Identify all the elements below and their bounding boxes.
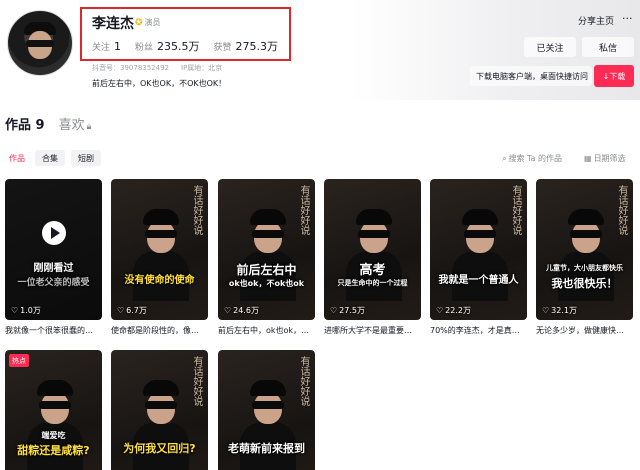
video-caption: 儿童节，大小朋友都快乐 xyxy=(546,264,623,272)
video-caption: 前后左右中 xyxy=(236,263,297,277)
tab-works[interactable]: 作品 9 xyxy=(5,114,45,133)
following-label: 关注 xyxy=(92,43,111,53)
fans-stat[interactable]: 粉丝 235.5万 xyxy=(135,38,200,54)
video-title: 我就像一个很笨很蠢的… xyxy=(5,326,93,335)
share-button[interactable]: 分享主页 xyxy=(578,14,614,27)
like-count: ♡ 22.2万 xyxy=(436,306,471,315)
video-card[interactable]: 有话好好说 儿童节，大小朋友都快乐 我也很快乐！ ♡ 32.1万 无论多少岁，做健… xyxy=(536,179,633,336)
likes-stat: 获赞 275.3万 xyxy=(214,38,279,54)
avatar[interactable] xyxy=(7,10,73,76)
like-count: ♡ 27.5万 xyxy=(330,306,365,315)
video-card[interactable]: 有话好好说 没有使命的使命 ♡ 6.7万 使命都是阶段性的，像… xyxy=(111,179,208,336)
lock-icon: 🔒︎ xyxy=(86,122,92,132)
watermark: 有话好好说 xyxy=(510,185,521,235)
video-card[interactable]: 热点 端爱吃 甜粽还是咸粽? xyxy=(5,350,102,470)
video-caption: 高考 xyxy=(359,263,386,278)
profile-bio: 前后左右中，OK也OK，不OK也OK！ xyxy=(92,79,227,88)
like-count: ♡ 1.0万 xyxy=(11,306,41,315)
profile-name: 李连杰 xyxy=(92,16,134,32)
subtab-collections[interactable]: 合集 xyxy=(35,150,65,166)
watermark: 有话好好说 xyxy=(298,356,309,406)
play-icon[interactable] xyxy=(42,221,66,245)
ip-location: IP属地：北京 xyxy=(181,64,223,72)
following-stat[interactable]: 关注 1 xyxy=(92,40,121,53)
video-caption-sub: 一位老父亲的感受 xyxy=(17,278,90,288)
video-caption: 没有使命的使命 xyxy=(124,275,195,286)
account-id: 抖音号：39078352492 xyxy=(92,64,169,72)
date-filter-label: 日期筛选 xyxy=(593,154,626,163)
more-icon[interactable]: ··· xyxy=(622,12,633,25)
video-card[interactable]: 有话好好说 前后左右中 ok也ok，不ok也ok ♡ 24.6万 前后左右中，ok… xyxy=(218,179,315,336)
heart-icon: ♡ xyxy=(542,306,550,315)
verify-label: 演员 xyxy=(144,18,161,27)
video-title: 70%的李连杰，才是真… xyxy=(430,326,520,335)
message-button[interactable]: 私信 xyxy=(582,37,634,57)
tab-likes-label: 喜欢 xyxy=(58,118,85,133)
heart-icon: ♡ xyxy=(117,306,125,315)
video-title: 进哪所大学不是最重要… xyxy=(324,326,412,335)
profile-tabs: 作品 9 喜欢 🔒︎ xyxy=(5,114,91,133)
video-card[interactable]: 有话好好说 老萌新前来报到 xyxy=(218,350,315,470)
fans-label: 粉丝 xyxy=(135,43,154,53)
watermark: 有话好好说 xyxy=(191,356,202,406)
video-caption-sub: 我也很快乐！ xyxy=(551,277,618,290)
subtab-shorts[interactable]: 短剧 xyxy=(71,150,101,166)
followed-button[interactable]: 已关注 xyxy=(524,37,576,57)
video-caption: 老萌新前来报到 xyxy=(228,442,305,455)
heart-icon: ♡ xyxy=(436,306,444,315)
heart-icon: ♡ xyxy=(11,306,19,315)
profile-meta: 抖音号：39078352492 IP属地：北京 xyxy=(92,63,222,73)
hot-badge: 热点 xyxy=(9,354,29,367)
search-works[interactable]: ⌕ 搜索 Ta 的作品 xyxy=(502,153,562,164)
like-count: ♡ 6.7万 xyxy=(117,306,147,315)
heart-icon: ♡ xyxy=(330,306,338,315)
following-value: 1 xyxy=(114,40,122,53)
subtabs: 作品 合集 短剧 xyxy=(5,150,101,166)
date-filter[interactable]: ▦ 日期筛选 xyxy=(584,153,626,164)
video-caption: 刚刚看过 xyxy=(33,263,74,274)
likes-value: 275.3万 xyxy=(235,40,279,53)
video-caption-sub: 端爱吃 xyxy=(41,431,66,440)
watermark: 有话好好说 xyxy=(616,185,627,235)
video-title: 使命都是阶段性的，像… xyxy=(111,326,199,335)
video-caption-sub: ok也ok，不ok也ok xyxy=(228,279,305,288)
video-caption: 为何我又回归? xyxy=(123,442,196,455)
likes-label: 获赞 xyxy=(213,43,232,53)
video-card[interactable]: 有话好好说 为何我又回归? xyxy=(111,350,208,470)
video-card[interactable]: 刚刚看过 一位老父亲的感受 ♡ 1.0万 我就像一个很笨很蠢的… xyxy=(5,179,102,336)
like-count: ♡ 24.6万 xyxy=(224,306,259,315)
search-icon: ⌕ xyxy=(502,153,507,163)
fans-value: 235.5万 xyxy=(157,40,200,53)
verified-star-icon: ✪ xyxy=(135,17,143,28)
watermark: 有话好好说 xyxy=(191,185,202,235)
verify-badge: ✪ 演员 xyxy=(135,17,161,28)
like-count: ♡ 32.1万 xyxy=(542,306,577,315)
calendar-icon: ▦ xyxy=(584,154,592,163)
watermark: 有话好好说 xyxy=(298,185,309,235)
video-title: 前后左右中，ok也ok，… xyxy=(218,326,310,335)
video-card[interactable]: 高考 只是生命中的一个过程 ♡ 27.5万 进哪所大学不是最重要… xyxy=(324,179,421,336)
video-title: 无论多少岁，做健康快… xyxy=(536,326,624,335)
subtab-works[interactable]: 作品 xyxy=(5,150,29,166)
video-caption-sub: 只是生命中的一个过程 xyxy=(337,279,408,287)
profile-page: 李连杰 ✪ 演员 关注 1 粉丝 235.5万 获赞 275.3万 抖音号：39… xyxy=(0,0,640,470)
heart-icon: ♡ xyxy=(224,306,232,315)
video-caption: 甜粽还是咸粽? xyxy=(17,444,90,457)
video-caption: 我就是一个普通人 xyxy=(438,275,519,286)
download-button[interactable]: ↓下载 xyxy=(594,65,634,87)
download-tip: 下载电脑客户端，桌面快捷访问 xyxy=(470,66,592,86)
video-card[interactable]: 有话好好说 我就是一个普通人 ♡ 22.2万 70%的李连杰，才是真… xyxy=(430,179,527,336)
profile-stats: 关注 1 粉丝 235.5万 获赞 275.3万 xyxy=(92,38,278,54)
search-placeholder: 搜索 Ta 的作品 xyxy=(508,154,563,163)
tab-likes[interactable]: 喜欢 🔒︎ xyxy=(59,114,92,133)
